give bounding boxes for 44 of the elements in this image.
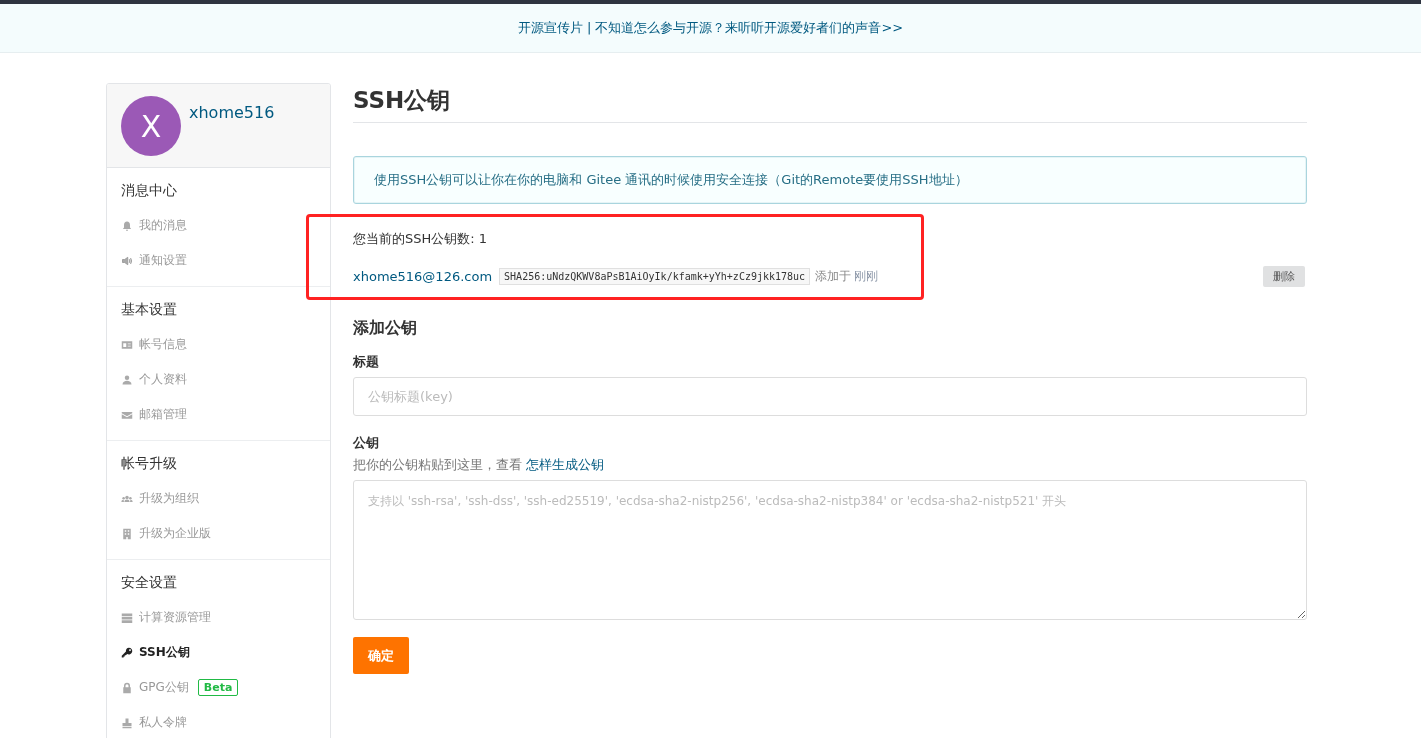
sidebar-item[interactable]: 私人令牌 (107, 705, 330, 738)
delete-button[interactable]: 删除 (1263, 266, 1305, 287)
title-input-field[interactable]: 公钥标题(key) (353, 377, 1307, 416)
key-icon (121, 646, 133, 659)
field-hint: 把你的公钥粘贴到这里，查看 (353, 457, 522, 472)
sidebar-item[interactable]: 通知设置 (107, 243, 330, 278)
avatar[interactable]: X (121, 96, 181, 156)
building-icon (121, 527, 133, 540)
page-title: SSH公钥 (353, 83, 1307, 123)
bell-icon (121, 219, 133, 232)
sidebar-section-title: 消息中心 (120, 181, 178, 200)
key-count-text: 您当前的SSH公钥数: 1 (353, 230, 489, 248)
added-time: 刚刚 (854, 268, 879, 285)
stamp-icon (121, 716, 133, 729)
key-textarea-field[interactable]: 支持以 'ssh-rsa', 'ssh-dss', 'ssh-ed25519', 'ecdsa-sha2-nistp256', 'ecdsa-sha2-nistp384' or 'ecdsa-sha2-nistp521' 开头 (353, 480, 1307, 620)
sidebar-item[interactable]: 计算资源管理 (107, 600, 330, 635)
username-link[interactable]: xhome516 (189, 103, 275, 122)
sidebar-section-title: 帐号升级 (120, 454, 178, 473)
sidebar-item[interactable]: 升级为组织 (107, 481, 330, 516)
person-icon (121, 373, 133, 386)
lock-icon (121, 681, 133, 694)
sidebar-item[interactable]: 邮箱管理 (107, 397, 330, 432)
added-label: 添加于 (815, 268, 852, 285)
sidebar-section-title: 基本设置 (120, 300, 178, 319)
submit-button[interactable]: 确定 (353, 637, 409, 674)
card-icon (121, 338, 133, 351)
sidebar-item[interactable]: GPG公钥 Beta (107, 670, 330, 705)
key-fingerprint: SHA256:uNdzQKWV8aPsB1AiOyIk/kfamk+yYh+zCz9jkk178uc (499, 268, 811, 285)
beta-badge: Beta (197, 679, 239, 696)
banner-link[interactable]: 开源宣传片 | 不知道怎么参与开源？来听听开源爱好者们的声音>> (517, 19, 904, 37)
sidebar-item[interactable]: 我的消息 (107, 208, 330, 243)
info-message: 使用SSH公钥可以让你在你的电脑和 Gitee 通讯的时候使用安全连接（Git的Remote要使用SSH地址） (353, 156, 1307, 204)
key-title-link[interactable]: xhome516@126.com (353, 269, 493, 284)
sidebar-item[interactable]: 升级为企业版 (107, 516, 330, 551)
field-label: 标题 (353, 353, 379, 371)
server-icon (121, 611, 133, 624)
section-heading: 添加公钥 (353, 318, 417, 339)
sidebar-item[interactable]: 个人资料 (107, 362, 330, 397)
field-label: 公钥 (353, 434, 379, 452)
sidebar-section-title: 安全设置 (120, 573, 178, 592)
speaker-icon (121, 254, 133, 267)
sidebar-item[interactable]: 帐号信息 (107, 327, 330, 362)
help-link[interactable]: 怎样生成公钥 (526, 457, 605, 472)
sidebar-item[interactable]: SSH公钥 (107, 635, 330, 670)
